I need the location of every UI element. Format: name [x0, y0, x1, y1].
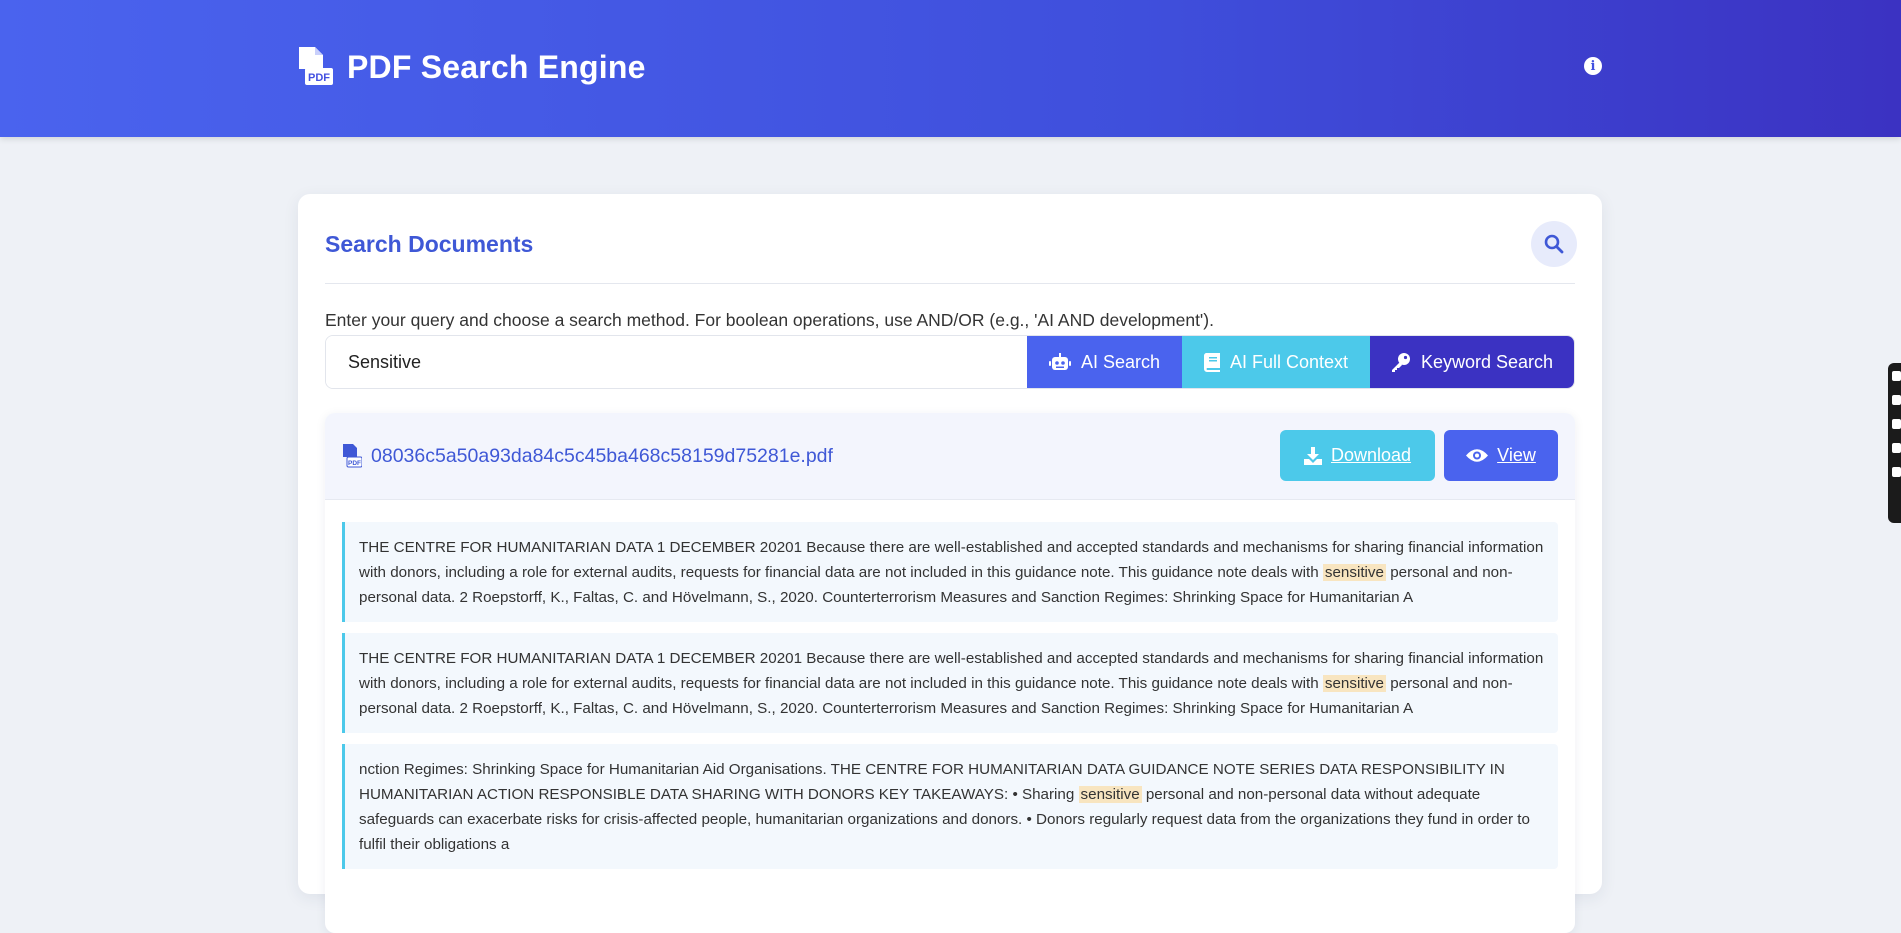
- search-title: Search Documents: [325, 231, 534, 257]
- side-toolbar[interactable]: [1888, 363, 1901, 523]
- app-title: PDF Search Engine: [347, 48, 646, 85]
- result-card: PDF 08036c5a50a93da84c5c45ba468c58159d75…: [325, 413, 1575, 933]
- ai-full-context-button[interactable]: AI Full Context: [1182, 336, 1370, 388]
- pdf-file-icon: PDF: [299, 47, 333, 85]
- divider: [325, 283, 1575, 284]
- search-input[interactable]: [326, 336, 1027, 388]
- search-card: Search Documents Enter your query and ch…: [298, 194, 1602, 933]
- download-icon: [1303, 446, 1322, 465]
- pdf-file-icon: PDF: [343, 444, 362, 468]
- keyword-search-label: Keyword Search: [1420, 351, 1554, 372]
- ai-search-button[interactable]: AI Search: [1027, 336, 1182, 388]
- brand[interactable]: PDF PDF Search Engine: [297, 47, 646, 87]
- result-file-name[interactable]: 08036c5a50a93da84c5c45ba468c58159d75281e…: [371, 445, 833, 468]
- highlighted-term: sensitive: [1078, 786, 1142, 803]
- robot-icon: [1048, 353, 1071, 370]
- result-snippet: THE CENTRE FOR HUMANITARIAN DATA 1 DECEM…: [342, 633, 1558, 733]
- highlighted-term: sensitive: [1322, 675, 1386, 692]
- key-icon: [1391, 353, 1410, 372]
- view-label: View: [1497, 445, 1536, 465]
- result-snippet: nction Regimes: Shrinking Space for Huma…: [342, 744, 1558, 869]
- toolbar-icon[interactable]: [1892, 443, 1901, 453]
- download-label: Download: [1330, 445, 1412, 465]
- book-icon: [1203, 352, 1220, 372]
- ai-search-label: AI Search: [1080, 351, 1161, 372]
- eye-icon: [1466, 449, 1489, 462]
- download-button[interactable]: Download: [1280, 430, 1435, 481]
- result-snippet: THE CENTRE FOR HUMANITARIAN DATA 1 DECEM…: [342, 522, 1558, 622]
- search-bar: AI Search AI Full Context Keyword Search: [325, 335, 1575, 389]
- highlighted-term: sensitive: [1322, 564, 1386, 581]
- keyword-search-button[interactable]: Keyword Search: [1370, 336, 1574, 388]
- search-instructions: Enter your query and choose a search met…: [325, 310, 1214, 330]
- svg-text:PDF: PDF: [308, 72, 330, 84]
- result-header: PDF 08036c5a50a93da84c5c45ba468c58159d75…: [325, 413, 1575, 500]
- view-button[interactable]: View: [1444, 430, 1558, 481]
- toolbar-icon[interactable]: [1892, 395, 1901, 405]
- search-icon[interactable]: [1531, 221, 1577, 267]
- toolbar-icon[interactable]: [1892, 419, 1901, 429]
- svg-text:PDF: PDF: [348, 460, 361, 467]
- toolbar-icon[interactable]: [1892, 467, 1901, 477]
- app-header: PDF PDF Search Engine i: [0, 0, 1901, 137]
- toolbar-icon[interactable]: [1892, 371, 1901, 381]
- ai-full-context-label: AI Full Context: [1229, 351, 1349, 372]
- info-icon[interactable]: i: [1584, 57, 1602, 75]
